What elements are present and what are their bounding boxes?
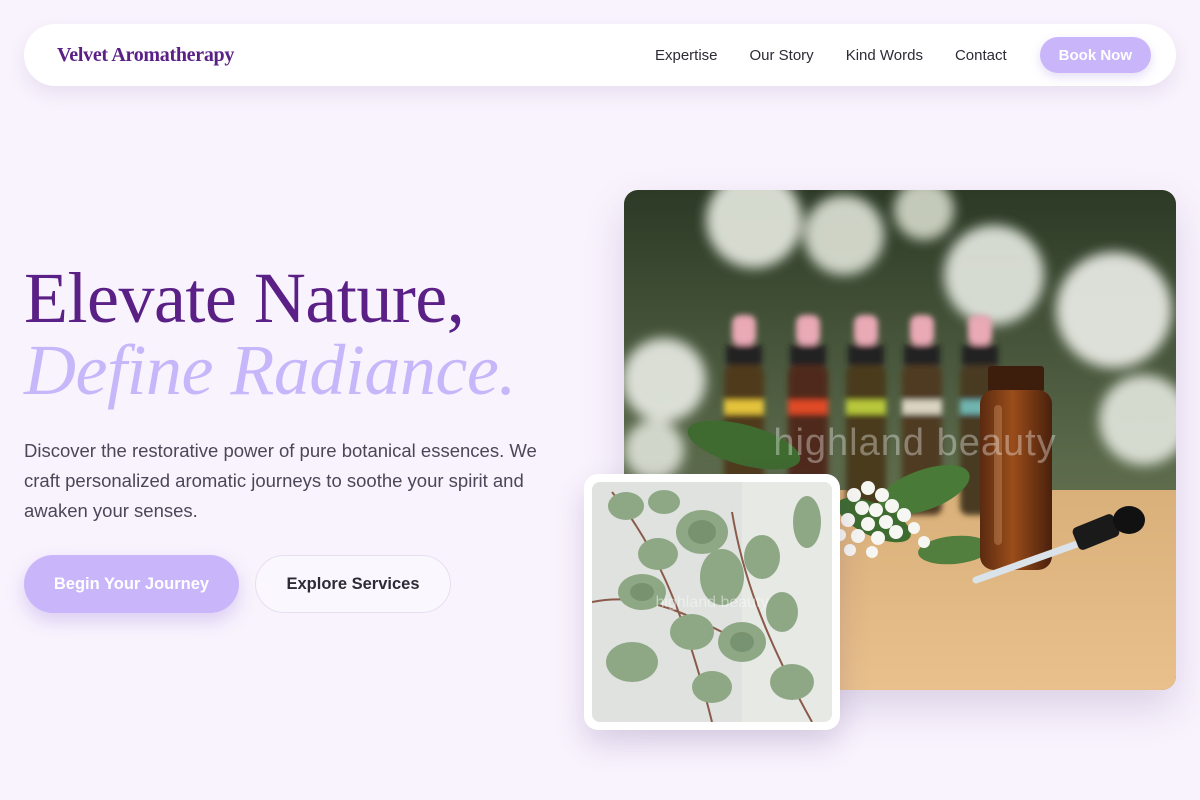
hero-description: Discover the restorative power of pure b… [24, 440, 537, 521]
book-now-button[interactable]: Book Now [1039, 37, 1151, 73]
brand-logo[interactable]: Velvet Aromatherapy [57, 44, 234, 67]
nav-link-contact[interactable]: Contact [955, 47, 1007, 64]
hero-title: Elevate Nature, Define Radiance. [24, 262, 516, 406]
hero-title-line1: Elevate Nature, [24, 258, 465, 338]
top-navbar: Velvet Aromatherapy Expertise Our Story … [24, 24, 1176, 86]
nav-menu: Expertise Our Story Kind Words Contact B… [655, 37, 1151, 73]
inset-photo-watermark: highland beauty [655, 594, 769, 611]
main-photo-watermark: highland beauty [773, 422, 1057, 464]
begin-journey-button[interactable]: Begin Your Journey [24, 555, 239, 613]
nav-link-kind-words[interactable]: Kind Words [846, 47, 923, 64]
nav-link-expertise[interactable]: Expertise [655, 47, 718, 64]
eucalyptus-photo: highland beauty [592, 482, 832, 722]
nav-link-our-story[interactable]: Our Story [750, 47, 814, 64]
amber-bottle [980, 366, 1052, 570]
eucalyptus-photo-frame: highland beauty [584, 474, 840, 730]
hero-title-line2: Define Radiance. [24, 330, 516, 410]
explore-services-button[interactable]: Explore Services [255, 555, 451, 613]
